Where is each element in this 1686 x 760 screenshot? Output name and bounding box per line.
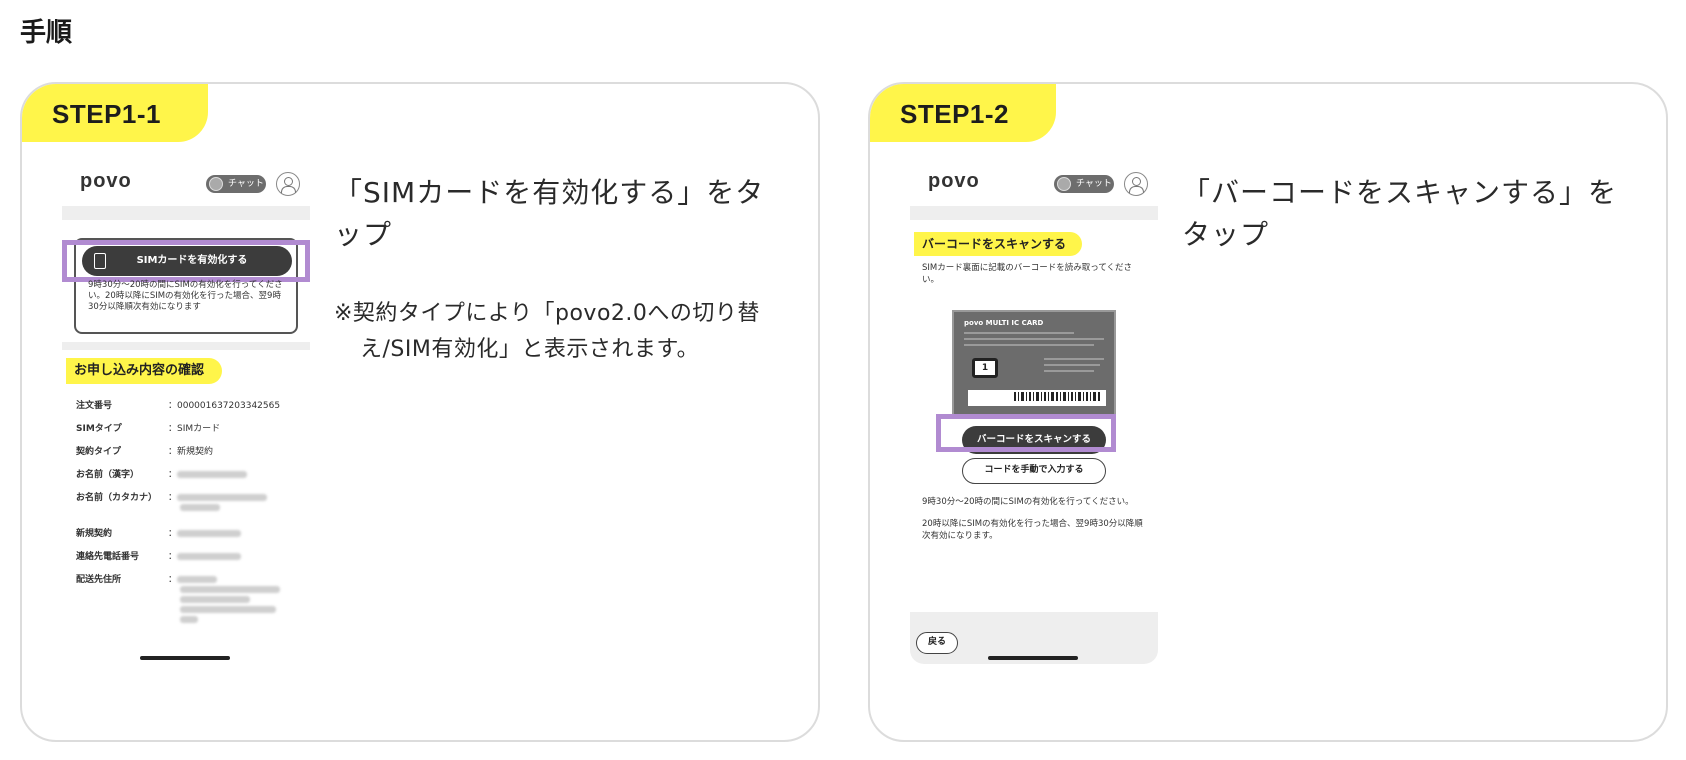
card-title: povo MULTI IC CARD	[964, 319, 1044, 327]
step-card-2: STEP1-2 povo チャット バーコードをスキャンする SIMカード裏面に…	[868, 82, 1668, 742]
detail-row: SIMタイプ ：SIMカード	[76, 424, 221, 434]
detail-row: 注文番号 ：000001637203342565	[76, 401, 281, 411]
detail-row: お名前（カタカナ）：	[76, 490, 302, 526]
activation-notice: 9時30分〜20時の間にSIMの有効化を行ってください。 20時以降にSIMの有…	[922, 497, 1143, 541]
chat-icon	[1057, 177, 1071, 191]
detail-row: 契約タイプ ：新規契約	[76, 447, 214, 457]
divider	[62, 342, 310, 350]
highlight-frame	[62, 240, 310, 282]
sim-card-image: povo MULTI IC CARD 1	[952, 310, 1116, 416]
step-card-1: STEP1-1 povo チャット SIMカードを有効化する 9時30分〜20時…	[20, 82, 820, 742]
detail-row: 連絡先電話番号：	[76, 549, 302, 572]
back-button[interactable]: 戻る	[916, 632, 958, 654]
step-description: 「バーコードをスキャンする」をタップ	[1182, 176, 1618, 251]
barcode-icon	[968, 390, 1106, 406]
detail-row: お名前（漢字）：	[76, 467, 302, 490]
home-indicator	[988, 656, 1078, 660]
blurred-value	[180, 586, 280, 593]
chat-button[interactable]: チャット	[206, 175, 266, 193]
blurred-value	[180, 504, 220, 511]
blurred-value	[177, 530, 242, 537]
phone-screenshot: povo チャット バーコードをスキャンする SIMカード裏面に記載のバーコード…	[910, 162, 1158, 664]
step-description: 「SIMカードを有効化する」をタップ	[334, 176, 765, 251]
phone-screenshot: povo チャット SIMカードを有効化する 9時30分〜20時の間にSIMの有…	[62, 162, 310, 664]
user-icon[interactable]	[1124, 172, 1148, 196]
order-details: 注文番号 ：000001637203342565 SIMタイプ ：SIMカード 契約…	[76, 398, 302, 642]
phone-header: povo チャット	[910, 162, 1158, 206]
user-icon[interactable]	[276, 172, 300, 196]
detail-row: 配送先住所：	[76, 572, 302, 642]
section-title: バーコードをスキャンする	[914, 232, 1083, 256]
povo-logo: povo	[928, 170, 980, 192]
sim-chip-icon: 1	[972, 358, 998, 378]
section-title: お申し込み内容の確認	[66, 358, 223, 384]
blurred-value	[180, 616, 198, 623]
highlight-frame	[936, 414, 1116, 452]
home-indicator	[140, 656, 230, 660]
manual-entry-button[interactable]: コードを手動で入力する	[962, 458, 1106, 484]
blurred-value	[177, 553, 242, 560]
activation-notice: 9時30分〜20時の間にSIMの有効化を行ってください。20時以降にSIMの有効…	[88, 280, 283, 312]
chat-button[interactable]: チャット	[1054, 175, 1114, 193]
divider	[62, 206, 310, 220]
blurred-value	[177, 471, 248, 478]
blurred-value	[177, 576, 218, 583]
chat-icon	[209, 177, 223, 191]
blurred-value	[180, 606, 276, 613]
page-title: 手順	[20, 18, 73, 48]
step-tag: STEP1-1	[22, 84, 208, 142]
scan-instruction: SIMカード裏面に記載のバーコードを読み取ってください。	[922, 263, 1133, 285]
step-tag: STEP1-2	[870, 84, 1056, 142]
divider	[910, 206, 1158, 220]
povo-logo: povo	[80, 170, 132, 192]
blurred-value	[177, 494, 268, 501]
step-note: ※契約タイプにより「povo2.0への切り替え/SIM有効化」と表示されます。	[334, 301, 760, 362]
phone-header: povo チャット	[62, 162, 310, 206]
detail-row: 新規契約：	[76, 526, 302, 549]
blurred-value	[180, 596, 250, 603]
